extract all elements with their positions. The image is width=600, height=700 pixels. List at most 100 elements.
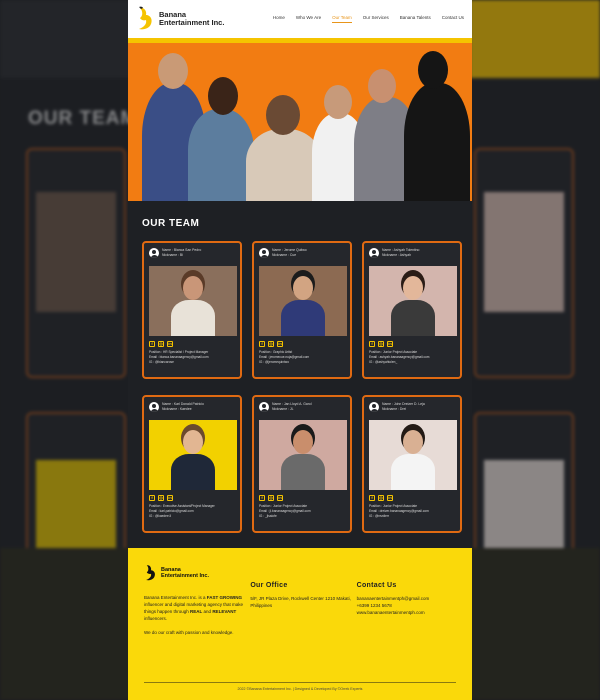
member-ig[interactable]: IG : @rezdierr [369,514,455,519]
main-nav: Home Who We Are Our Team Our Services Ba… [273,15,464,23]
linkedin-icon[interactable]: in [277,495,283,501]
footer-logo-line-2: Entertainment Inc. [161,573,209,579]
footer-about: Banana Entertainment Inc. Banana Enterta… [144,562,250,636]
contact-email[interactable]: bananaentertainmentph@gmail.com [357,595,456,602]
team-member-card: Name : Karl Donald Patricio Nickname : K… [142,395,242,533]
member-nickname: Nickname : Bi [162,253,183,257]
linkedin-icon[interactable]: in [277,341,283,347]
instagram-icon[interactable]: ◎ [268,495,274,501]
linkedin-icon[interactable]: in [387,495,393,501]
facebook-icon[interactable]: f [369,341,375,347]
team-member-card: Name : Jan Lloyd A. Garol Nickname : JL … [252,395,352,533]
web-page: Banana Entertainment Inc. Home Who We Ar… [128,0,472,700]
office-address: 5/F, JR Plaza Drive, Rockwell Center 121… [250,596,351,608]
member-nickname: Nickname : Cue [272,253,297,257]
about-bold-3: RELEVANT [212,609,237,614]
nav-who-we-are[interactable]: Who We Are [296,15,321,23]
office-heading: Our Office [250,582,288,589]
team-grid: Name : Bianca San Pedro Nickname : Bi f … [142,241,462,533]
member-nickname: Nickname : JL [272,407,294,411]
social-links: f ◎ in [259,341,345,347]
about-bold-2: REAL [190,609,203,614]
contact-phone[interactable]: +6399 1234 5678 [357,602,456,609]
card-header: Name : Bianca San Pedro Nickname : Bi [149,248,235,264]
social-links: f ◎ in [259,495,345,501]
photo-body [281,454,325,490]
site-header: Banana Entertainment Inc. Home Who We Ar… [128,0,472,38]
card-header: Name : Ashyah Tolentino Nickname : Ashya… [369,248,455,264]
instagram-icon[interactable]: ◎ [378,341,384,347]
member-ig[interactable]: IG : @biancarose [149,360,235,365]
member-ig[interactable]: IG : @kaedee.ll [149,514,235,519]
about-bold-1: FAST GROWING [206,595,243,600]
site-logo[interactable]: Banana Entertainment Inc. [136,5,239,33]
card-name-block: Name : Bianca San Pedro Nickname : Bi [162,248,201,264]
member-photo [369,266,457,336]
facebook-icon[interactable]: f [259,495,265,501]
linkedin-icon[interactable]: in [387,341,393,347]
member-nickname: Nickname : Drei [382,407,407,411]
member-ig[interactable]: IG : _jlsaiofe [259,514,345,519]
banana-logo-icon [139,6,152,30]
linkedin-icon[interactable]: in [167,495,173,501]
instagram-icon[interactable]: ◎ [158,495,164,501]
logo-text: Banana Entertainment Inc. [159,11,239,27]
member-ig[interactable]: IG : @ashyahtolen_ [369,360,455,365]
photo-head [403,430,423,454]
footer-logo[interactable]: Banana Entertainment Inc. [144,562,250,584]
team-member-card: Name : Jerome Quitwo Nickname : Cue f ◎ … [252,241,352,379]
hero-person-head [418,51,448,89]
instagram-icon[interactable]: ◎ [158,341,164,347]
social-links: f ◎ in [369,341,455,347]
footer-about-text: Banana Entertainment Inc. is a FAST GROW… [144,594,250,622]
member-photo [259,420,347,490]
nav-contact-us[interactable]: Contact Us [442,15,464,23]
photo-body [171,454,215,490]
about-text-1: Banana Entertainment Inc. is a [144,595,207,600]
user-avatar-icon [369,248,379,258]
our-team-section: OUR TEAM Name : Bianca San Pedro Nicknam… [128,201,472,548]
instagram-icon[interactable]: ◎ [378,495,384,501]
member-photo [369,420,457,490]
hero-top-band [128,38,472,43]
about-text-3: and [202,609,213,614]
user-avatar-icon [149,248,159,258]
hero-person-head [266,95,300,135]
member-details: Position : Junior Project Associate Emai… [259,504,345,519]
footer-logo-text: Banana Entertainment Inc. [161,567,209,580]
facebook-icon[interactable]: f [259,341,265,347]
hero-person [188,109,254,201]
photo-body [391,454,435,490]
card-header: Name : Karl Donald Patricio Nickname : K… [149,402,235,418]
banana-logo-icon [146,565,155,581]
photo-body [281,300,325,336]
instagram-icon[interactable]: ◎ [268,341,274,347]
member-details: Position : Graphic Artist Email : jerome… [259,350,345,365]
nav-our-team[interactable]: Our Team [332,15,352,23]
contact-website[interactable]: www.bananaentertainmentph.com [357,609,456,616]
site-footer: Banana Entertainment Inc. Banana Enterta… [128,548,472,700]
member-nickname: Nickname : Ashyah [382,253,412,257]
hero-person-head [368,69,396,103]
facebook-icon[interactable]: f [149,495,155,501]
user-avatar-icon [369,402,379,412]
member-nickname: Nickname : Kaedee [162,407,192,411]
nav-our-services[interactable]: Our Services [363,15,389,23]
card-name-block: Name : Ashyah Tolentino Nickname : Ashya… [382,248,419,264]
member-ig[interactable]: IG : @jeromequintwo [259,360,345,365]
facebook-icon[interactable]: f [369,495,375,501]
backdrop-card [26,148,126,378]
backdrop-card [474,148,574,378]
social-links: f ◎ in [149,495,235,501]
member-photo [149,266,237,336]
member-details: Position : Executive Assistant/Project M… [149,504,235,519]
facebook-icon[interactable]: f [149,341,155,347]
member-details: Position : HR Specialist / Project Manag… [149,350,235,365]
contact-heading: Contact Us [356,582,397,589]
about-text-4: influencers. [144,616,168,621]
linkedin-icon[interactable]: in [167,341,173,347]
user-avatar-icon [149,402,159,412]
card-header: Name : Jan Lloyd A. Garol Nickname : JL [259,402,345,418]
nav-home[interactable]: Home [273,15,285,23]
nav-banana-talents[interactable]: Banana Talents [400,15,431,23]
